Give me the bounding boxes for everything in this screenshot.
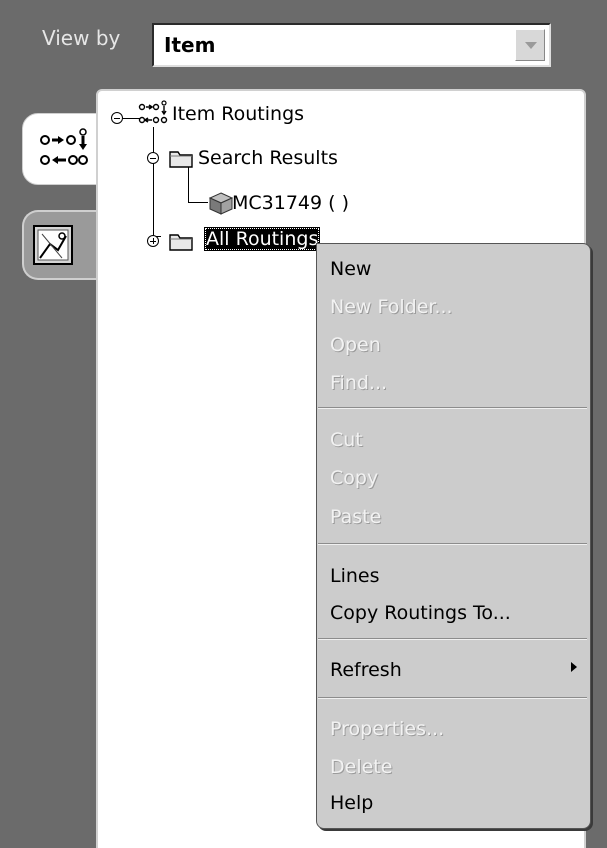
collapse-icon[interactable] xyxy=(147,152,159,164)
tab-routings[interactable] xyxy=(22,113,102,185)
routing-flow-icon xyxy=(39,128,89,176)
menu-item-refresh[interactable]: Refresh xyxy=(330,658,402,682)
expand-icon[interactable] xyxy=(147,235,159,247)
menu-item-find[interactable]: Find... xyxy=(330,371,387,395)
menu-item-new[interactable]: New xyxy=(330,257,371,281)
folder-icon xyxy=(169,151,193,168)
item-cube-icon xyxy=(208,192,234,215)
menu-item-copy-routings-to[interactable]: Copy Routings To... xyxy=(330,601,511,625)
submenu-arrow-icon xyxy=(571,662,577,672)
tree-node-label: MC31749 ( ) xyxy=(232,192,350,214)
menu-item-delete[interactable]: Delete xyxy=(330,755,392,779)
menu-item-properties[interactable]: Properties... xyxy=(330,717,444,741)
view-by-value: Item xyxy=(164,33,216,57)
menu-separator xyxy=(318,638,587,640)
menu-separator xyxy=(318,407,587,409)
routing-tree-icon xyxy=(138,100,168,124)
tree-node-label: Item Routings xyxy=(172,103,305,125)
menu-item-cut[interactable]: Cut xyxy=(330,428,363,452)
chevron-down-icon xyxy=(525,42,537,49)
menu-item-new-folder[interactable]: New Folder... xyxy=(330,295,453,319)
menu-item-paste[interactable]: Paste xyxy=(330,505,381,529)
tree-connector xyxy=(188,167,189,202)
view-by-select[interactable]: Item xyxy=(152,23,551,67)
menu-item-copy[interactable]: Copy xyxy=(330,466,378,490)
view-by-dropdown-button[interactable] xyxy=(515,29,545,61)
menu-item-lines[interactable]: Lines xyxy=(330,564,380,588)
collapse-icon[interactable] xyxy=(111,112,123,124)
menu-separator xyxy=(318,697,587,699)
tab-charts[interactable] xyxy=(22,210,102,280)
menu-separator xyxy=(318,543,587,545)
tree-node-label-selected: All Routings xyxy=(204,227,321,251)
chart-panel-icon xyxy=(32,224,76,272)
menu-item-help[interactable]: Help xyxy=(330,791,373,815)
tree-connector xyxy=(153,127,154,237)
tree-node-label: Search Results xyxy=(198,147,338,169)
context-menu xyxy=(316,243,591,829)
tree-connector xyxy=(188,202,208,203)
view-by-label: View by xyxy=(42,26,121,50)
menu-item-open[interactable]: Open xyxy=(330,333,381,357)
folder-icon xyxy=(169,234,193,251)
